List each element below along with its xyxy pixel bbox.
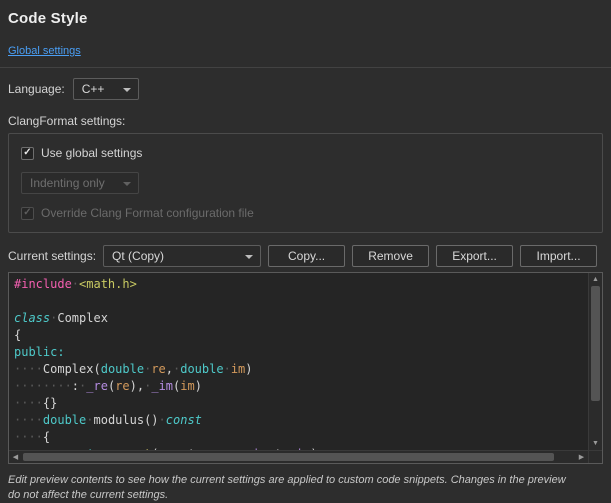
code-token: _re: [86, 379, 108, 393]
code-token: {: [14, 328, 21, 342]
code-token: ·: [224, 362, 231, 376]
override-clang-format-label: Override Clang Format configuration file: [41, 206, 254, 220]
code-line: ····double·modulus()·const: [14, 412, 588, 429]
code-token: ········: [14, 379, 72, 393]
code-token: ): [130, 379, 137, 393]
code-token: _im: [151, 379, 173, 393]
code-line: class·Complex: [14, 310, 588, 327]
scroll-right-icon[interactable]: ▶: [575, 451, 588, 463]
footer-note-line2: do not affect the current settings.: [8, 488, 603, 503]
vertical-scrollbar[interactable]: ▲ ▼: [588, 273, 602, 450]
code-token: Complex: [43, 362, 94, 376]
code-token: modulus: [94, 413, 145, 427]
code-token: ,: [166, 362, 173, 376]
code-style-panel: Code Style Global settings Language: C++…: [0, 0, 611, 498]
code-token: Complex: [57, 311, 108, 325]
use-global-settings-label: Use global settings: [41, 146, 142, 160]
chevron-down-icon: [245, 255, 253, 259]
clangformat-group-label: ClangFormat settings:: [8, 114, 603, 128]
code-token: ····: [14, 413, 43, 427]
global-settings-link[interactable]: Global settings: [8, 45, 81, 57]
indenting-mode-select: Indenting only: [21, 172, 139, 194]
scroll-left-icon[interactable]: ◀: [9, 451, 22, 463]
code-token: ·: [86, 413, 93, 427]
checkbox-checked-icon: ✓: [21, 207, 34, 220]
current-settings-label: Current settings:: [8, 249, 96, 263]
code-token: ): [195, 379, 202, 393]
code-token: #include: [14, 277, 72, 291]
current-settings-select[interactable]: Qt (Copy): [103, 245, 261, 267]
footer-note-line1: Edit preview contents to see how the cur…: [8, 473, 603, 488]
chevron-down-icon: [123, 88, 131, 92]
code-line: #include·<math.h>: [14, 276, 588, 293]
scrollbar-corner: [588, 450, 602, 463]
code-token: ····: [14, 430, 43, 444]
code-line: [14, 293, 588, 310]
language-row: Language: C++: [8, 78, 603, 100]
code-preview-editor[interactable]: #include·<math.h>class·Complex{public:··…: [8, 272, 603, 464]
clangformat-groupbox: ✓ Use global settings Indenting only ✓ O…: [8, 133, 603, 233]
code-token: ·: [72, 277, 79, 291]
footer-note: Edit preview contents to see how the cur…: [8, 473, 603, 503]
code-token: ·: [159, 413, 166, 427]
code-token: double: [101, 362, 144, 376]
language-label: Language:: [8, 82, 65, 96]
export-button[interactable]: Export...: [436, 245, 513, 267]
code-token: <math.h>: [79, 277, 137, 291]
code-token: double: [43, 413, 86, 427]
use-global-settings-checkbox[interactable]: ✓ Use global settings: [21, 146, 590, 160]
code-line: ····{: [14, 429, 588, 446]
scroll-up-icon[interactable]: ▲: [589, 273, 602, 286]
code-token: {: [43, 430, 50, 444]
remove-button[interactable]: Remove: [352, 245, 429, 267]
code-line: public:: [14, 344, 588, 361]
copy-button[interactable]: Copy...: [268, 245, 345, 267]
code-token: re: [115, 379, 129, 393]
vertical-scrollbar-track[interactable]: [589, 286, 602, 437]
code-token: im: [180, 379, 194, 393]
scroll-down-icon[interactable]: ▼: [589, 437, 602, 450]
code-line: {: [14, 327, 588, 344]
code-token: double: [180, 362, 223, 376]
code-token: const: [166, 413, 202, 427]
horizontal-scrollbar[interactable]: ◀ ▶: [9, 450, 588, 463]
current-settings-value: Qt (Copy): [112, 249, 164, 263]
override-clang-format-checkbox: ✓ Override Clang Format configuration fi…: [21, 206, 590, 220]
code-token: {}: [43, 396, 57, 410]
code-token: public: [14, 345, 57, 359]
code-token: (: [93, 362, 100, 376]
code-token: ····: [14, 362, 43, 376]
code-token: :: [57, 345, 64, 359]
horizontal-scrollbar-thumb[interactable]: [23, 453, 554, 461]
code-token: im: [231, 362, 245, 376]
separator: [0, 67, 611, 68]
current-settings-row: Current settings: Qt (Copy) Copy... Remo…: [8, 245, 603, 267]
code-token: class: [14, 311, 50, 325]
code-token: re: [151, 362, 165, 376]
import-button[interactable]: Import...: [520, 245, 597, 267]
horizontal-scrollbar-track[interactable]: [22, 451, 575, 463]
code-line: ····Complex(double·re,·double·im): [14, 361, 588, 378]
vertical-scrollbar-thumb[interactable]: [591, 286, 600, 401]
code-area[interactable]: #include·<math.h>class·Complex{public:··…: [9, 273, 588, 450]
checkbox-checked-icon: ✓: [21, 147, 34, 160]
code-token: ····: [14, 396, 43, 410]
code-token: ): [245, 362, 252, 376]
language-select[interactable]: C++: [73, 78, 139, 100]
code-token: :: [72, 379, 79, 393]
chevron-down-icon: [123, 182, 131, 186]
code-line: ········:·_re(re),·_im(im): [14, 378, 588, 395]
indenting-mode-value: Indenting only: [30, 176, 105, 190]
page-title: Code Style: [8, 10, 603, 27]
code-line: ····{}: [14, 395, 588, 412]
language-value: C++: [82, 82, 105, 96]
code-token: (): [144, 413, 158, 427]
